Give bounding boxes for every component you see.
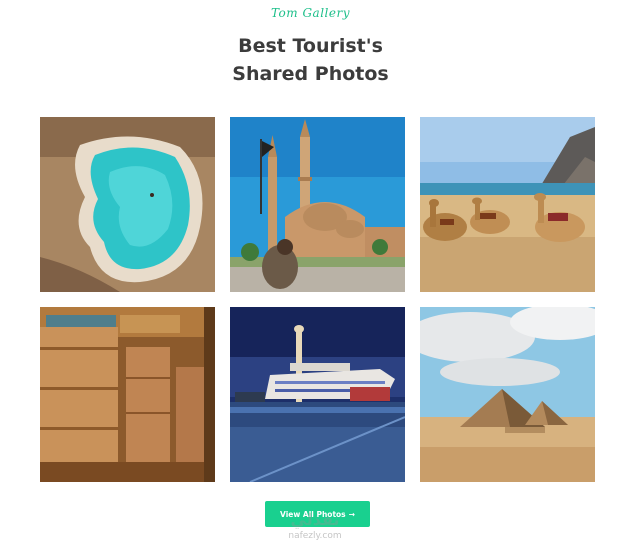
watermark-site: nafezly.com [288,531,342,541]
gallery-photo-camels[interactable] [420,117,595,292]
temple-image [40,307,215,482]
gallery-photo-harbor[interactable] [230,307,405,482]
gallery-photo-pyramids[interactable] [420,307,595,482]
lagoon-image [40,117,215,292]
harbor-image [230,307,405,482]
gallery-photo-temple[interactable] [40,307,215,482]
view-all-photos-label: View All Photos [280,509,346,519]
photo-gallery-grid [40,117,595,482]
gallery-photo-lagoon[interactable] [40,117,215,292]
arrow-right-icon: → [348,509,355,519]
page-title: Best Tourist's Shared Photos [232,35,389,85]
mosque-image [230,117,405,292]
gallery-photo-mosque[interactable] [230,117,405,292]
view-all-photos-button[interactable]: View All Photos → [265,501,370,527]
brand-script-label: Tom Gallery [270,6,351,20]
camels-image [420,117,595,292]
pyramids-image [420,307,595,482]
